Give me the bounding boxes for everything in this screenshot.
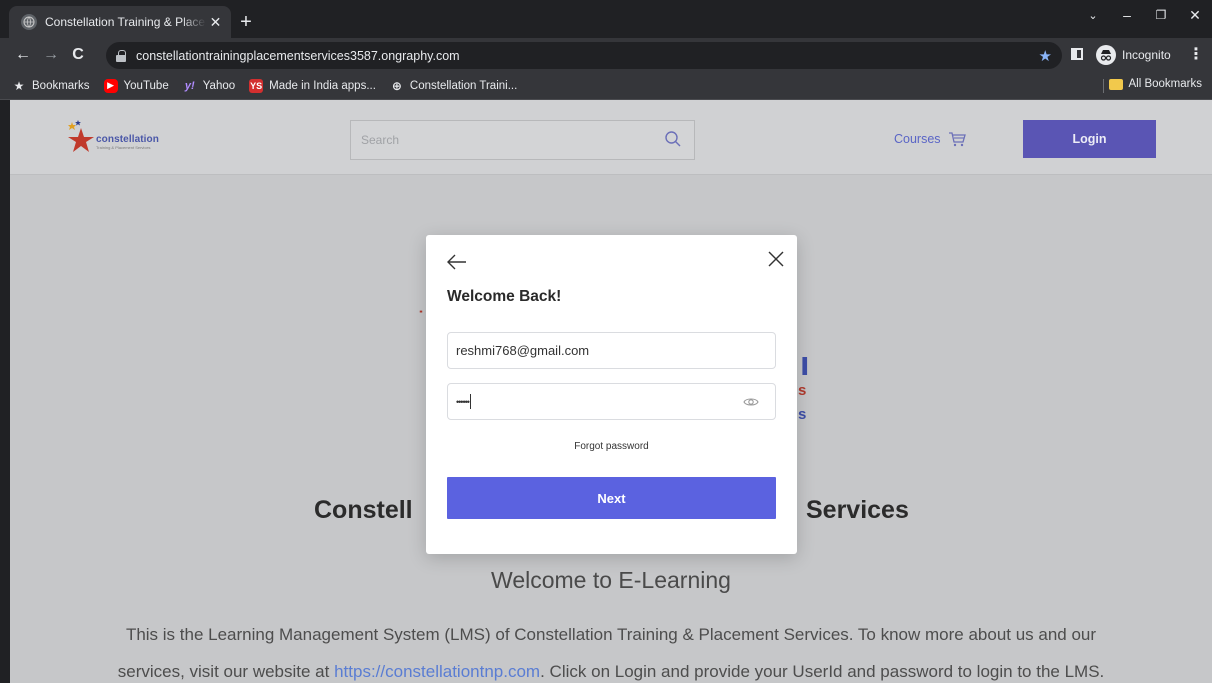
- star-logo-icon: [68, 120, 94, 152]
- incognito-label: Incognito: [1122, 48, 1171, 62]
- logo-subtext: Training & Placement Services: [96, 145, 151, 150]
- cart-icon[interactable]: [948, 130, 966, 148]
- bookmarks-bar: ★ Bookmarks ▶ YouTube y! Yahoo YS Made i…: [0, 72, 1212, 100]
- background-logo-fragment: ı: [800, 345, 810, 383]
- password-field[interactable]: ••••••: [447, 383, 776, 420]
- login-button[interactable]: Login: [1023, 120, 1156, 158]
- bookmarks-divider: [1103, 79, 1104, 93]
- eye-icon[interactable]: [743, 395, 759, 409]
- bookmark-made-in-india[interactable]: YS Made in India apps...: [249, 78, 376, 93]
- next-button[interactable]: Next: [447, 477, 776, 519]
- all-bookmarks-label: All Bookmarks: [1128, 78, 1203, 90]
- hero-text: services, visit our website at: [117, 662, 335, 681]
- hero-text: . Click on Login and provide your UserId…: [540, 662, 1105, 681]
- search-placeholder: Search: [361, 133, 400, 147]
- incognito-icon: [1096, 45, 1116, 65]
- url-text: constellationtrainingplacementservices35…: [136, 48, 460, 63]
- bookmark-star-icon[interactable]: ★: [1039, 47, 1052, 65]
- hero-title-left: Constell: [314, 496, 413, 524]
- close-icon[interactable]: [766, 249, 786, 269]
- hero-title-right: Services: [806, 496, 909, 524]
- globe-icon: ⊕: [391, 78, 402, 93]
- browser-tab[interactable]: Constellation Training & Placeme ✕: [9, 6, 231, 38]
- password-mask: ••••••: [456, 396, 470, 407]
- youtube-icon: ▶: [103, 78, 118, 93]
- site-logo[interactable]: constellation Training & Placement Servi…: [66, 120, 196, 156]
- login-modal: Welcome Back! reshmi768@gmail.com ••••••…: [426, 235, 797, 554]
- site-header: constellation Training & Placement Servi…: [10, 100, 1212, 175]
- text-caret: [469, 394, 471, 409]
- hero-paragraph-line2: services, visit our website at https://c…: [10, 662, 1212, 682]
- forgot-password-link[interactable]: Forgot password: [426, 441, 797, 452]
- browser-toolbar: ← → C constellationtrainingplacementserv…: [0, 38, 1212, 72]
- background-logo-fragment: s: [798, 382, 807, 399]
- reload-icon[interactable]: C: [67, 43, 89, 67]
- site-search-input[interactable]: Search: [350, 120, 695, 160]
- bookmark-yahoo[interactable]: y! Yahoo: [183, 79, 235, 93]
- hero-subtitle: Welcome to E-Learning: [491, 567, 731, 593]
- browser-tabstrip: Constellation Training & Placeme ✕ + ⌄ –…: [0, 0, 1212, 38]
- incognito-indicator[interactable]: Incognito: [1096, 45, 1171, 65]
- restore-icon[interactable]: ❐: [1144, 0, 1178, 30]
- tab-close-icon[interactable]: ✕: [208, 14, 223, 30]
- logo-text: constellation: [96, 134, 159, 145]
- yahoo-icon: y!: [184, 79, 195, 92]
- bookmark-label: Made in India apps...: [269, 79, 376, 92]
- window-close-icon[interactable]: ✕: [1178, 0, 1212, 30]
- courses-link[interactable]: Courses: [894, 132, 941, 146]
- background-logo-fragment: ˙: [418, 308, 424, 328]
- browser-menu-icon[interactable]: ⋮: [1188, 44, 1204, 64]
- tab-title: Constellation Training & Placeme: [45, 15, 206, 29]
- side-panel-icon[interactable]: [1071, 48, 1083, 60]
- address-bar[interactable]: constellationtrainingplacementservices35…: [106, 42, 1062, 69]
- window-controls: ⌄ – ❐ ✕: [1076, 0, 1212, 32]
- bookmark-label: YouTube: [123, 79, 169, 92]
- email-field[interactable]: reshmi768@gmail.com: [447, 332, 776, 369]
- forward-icon[interactable]: →: [40, 43, 62, 67]
- modal-title: Welcome Back!: [447, 288, 562, 305]
- bookmark-bookmarks[interactable]: ★ Bookmarks: [12, 79, 90, 93]
- minimize-icon[interactable]: –: [1110, 0, 1144, 30]
- ys-icon: YS: [249, 78, 264, 93]
- bookmark-youtube[interactable]: ▶ YouTube: [103, 78, 169, 93]
- globe-icon: [21, 14, 37, 30]
- website-link[interactable]: https://constellationtnp.com: [334, 662, 540, 681]
- bookmark-label: Bookmarks: [32, 79, 90, 92]
- back-arrow-icon[interactable]: [446, 253, 468, 271]
- all-bookmarks-button[interactable]: All Bookmarks: [1108, 78, 1203, 90]
- tab-search-icon[interactable]: ⌄: [1076, 0, 1110, 30]
- new-tab-button[interactable]: +: [234, 10, 258, 34]
- bookmark-constellation[interactable]: ⊕ Constellation Traini...: [390, 79, 517, 93]
- email-value: reshmi768@gmail.com: [456, 343, 590, 358]
- bookmark-label: Yahoo: [202, 79, 236, 92]
- back-icon[interactable]: ←: [12, 43, 34, 67]
- star-icon: ★: [13, 78, 25, 93]
- hero-paragraph-line1: This is the Learning Management System (…: [125, 625, 1097, 644]
- background-logo-fragment: s: [798, 406, 807, 423]
- bookmark-label: Constellation Traini...: [409, 79, 518, 92]
- folder-icon: [1108, 78, 1123, 90]
- lock-icon: [116, 49, 126, 62]
- search-icon[interactable]: [664, 130, 682, 148]
